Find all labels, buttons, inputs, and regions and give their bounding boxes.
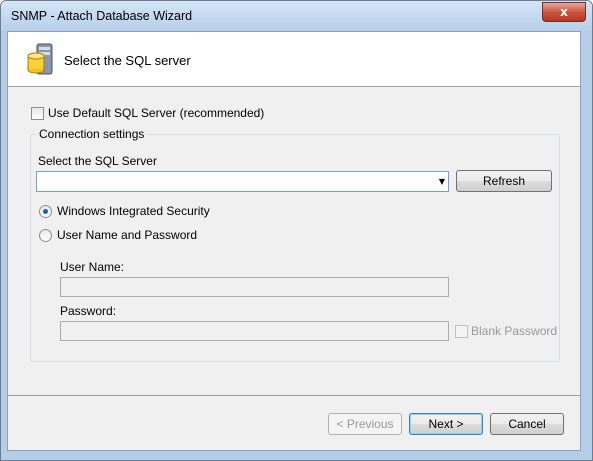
radio-selected-dot xyxy=(43,209,48,214)
blank-password-checkbox[interactable] xyxy=(455,325,468,338)
connection-settings-title: Connection settings xyxy=(36,127,148,141)
chevron-down-icon[interactable]: ▼ xyxy=(439,174,445,189)
windows-security-radio[interactable] xyxy=(39,205,52,218)
cancel-button[interactable]: Cancel xyxy=(490,413,564,435)
username-password-label[interactable]: User Name and Password xyxy=(57,228,197,242)
database-server-icon xyxy=(27,43,53,75)
windows-security-label[interactable]: Windows Integrated Security xyxy=(57,204,210,218)
refresh-button[interactable]: Refresh xyxy=(456,170,552,192)
blank-password-label[interactable]: Blank Password xyxy=(471,324,557,338)
username-password-radio[interactable] xyxy=(39,229,52,242)
close-button[interactable]: x xyxy=(542,2,586,22)
wizard-client-area: Select the SQL server Use Default SQL Se… xyxy=(7,31,581,451)
next-button[interactable]: Next > xyxy=(409,413,483,435)
use-default-server-label[interactable]: Use Default SQL Server (recommended) xyxy=(48,106,264,120)
wizard-window: SNMP - Attach Database Wizard x Select t… xyxy=(0,0,593,461)
sql-server-dropdown[interactable]: ▼ xyxy=(36,171,449,192)
password-label: Password: xyxy=(60,304,117,318)
wizard-header: Select the SQL server xyxy=(8,32,580,87)
select-server-label: Select the SQL Server xyxy=(38,154,157,168)
password-input[interactable] xyxy=(60,321,449,341)
use-default-server-checkbox[interactable] xyxy=(31,107,44,120)
footer-divider xyxy=(8,395,580,396)
close-icon: x xyxy=(560,5,568,19)
username-label: User Name: xyxy=(60,260,125,274)
username-input[interactable] xyxy=(60,277,449,297)
page-title: Select the SQL server xyxy=(64,53,191,68)
title-bar[interactable]: SNMP - Attach Database Wizard x xyxy=(1,1,592,31)
previous-button[interactable]: < Previous xyxy=(328,413,402,435)
window-title: SNMP - Attach Database Wizard xyxy=(11,9,193,23)
